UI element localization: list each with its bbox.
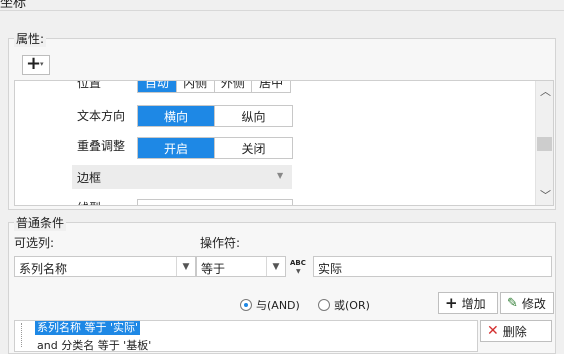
plus-icon: + bbox=[445, 294, 458, 312]
radio-or-indicator bbox=[318, 299, 330, 311]
position-auto[interactable]: 自动 bbox=[138, 81, 177, 92]
condition-item[interactable]: and 分类名 等于 '基板' bbox=[37, 337, 151, 353]
add-condition-label: 增加 bbox=[461, 296, 486, 311]
border-label: 边框 bbox=[77, 171, 102, 185]
chevron-down-icon: ▼ bbox=[266, 257, 285, 276]
abc-type-icon[interactable]: ABC ▼ bbox=[288, 256, 310, 276]
overlap-on[interactable]: 开启 bbox=[138, 138, 215, 158]
optional-column-label: 可选列: bbox=[14, 236, 55, 250]
add-property-button[interactable]: + ▾ bbox=[22, 53, 50, 75]
tree-guide bbox=[21, 323, 23, 347]
chevron-down-icon: ▾ bbox=[40, 60, 44, 68]
overlap-segmented: 开启 关闭 bbox=[137, 137, 293, 159]
position-segmented: 自动 内侧 外侧 居中 bbox=[137, 81, 291, 93]
condition-item[interactable]: 系列名称 等于 '实际' bbox=[35, 321, 141, 335]
expand-arrow-icon: ▼ bbox=[277, 171, 284, 180]
column-select[interactable]: 系列名称 ▼ bbox=[14, 256, 196, 277]
text-direction-horizontal[interactable]: 横向 bbox=[138, 106, 215, 126]
position-label: 位置 bbox=[77, 80, 102, 90]
radio-and-label: 与(AND) bbox=[256, 299, 300, 312]
overlap-label: 重叠调整 bbox=[77, 139, 126, 153]
column-select-value: 系列名称 bbox=[19, 262, 68, 276]
radio-or-label: 或(OR) bbox=[334, 299, 370, 312]
delete-condition-button[interactable]: ✕ 删除 bbox=[480, 320, 552, 342]
text-direction-segmented: 横向 纵向 bbox=[137, 105, 293, 127]
scroll-thumb[interactable] bbox=[537, 137, 552, 151]
properties-title: 属性: bbox=[14, 30, 47, 47]
position-center[interactable]: 居中 bbox=[252, 81, 290, 92]
close-icon: ✕ bbox=[487, 323, 499, 339]
border-row[interactable]: 边框 ▼ bbox=[72, 165, 292, 189]
modify-condition-label: 修改 bbox=[521, 296, 546, 311]
scroll-down-icon[interactable]: ﹀ bbox=[540, 187, 551, 203]
text-direction-label: 文本方向 bbox=[77, 109, 126, 123]
value-input[interactable]: 实际 bbox=[313, 256, 552, 277]
properties-panel: 位置 自动 内侧 外侧 居中 文本方向 横向 纵向 重叠调整 开启 关闭 边框 … bbox=[14, 80, 554, 206]
value-input-text: 实际 bbox=[318, 262, 343, 276]
condition-title: 普通条件 bbox=[14, 214, 67, 231]
text-direction-vertical[interactable]: 纵向 bbox=[215, 106, 292, 126]
scroll-up-icon[interactable]: ︿ bbox=[540, 83, 551, 99]
radio-and[interactable]: 与(AND) bbox=[240, 297, 300, 313]
line-type-label: 线型 bbox=[77, 199, 101, 205]
abc-text: ABC bbox=[290, 259, 306, 267]
plus-icon: + bbox=[26, 53, 42, 74]
overlap-off[interactable]: 关闭 bbox=[215, 138, 292, 158]
modify-condition-button[interactable]: ✎ 修改 bbox=[500, 292, 554, 314]
condition-list[interactable]: 系列名称 等于 '实际' and 分类名 等于 '基板' bbox=[14, 320, 478, 352]
vertical-scrollbar[interactable]: ︿ ﹀ bbox=[535, 81, 553, 205]
operator-select[interactable]: 等于 ▼ bbox=[196, 256, 286, 277]
position-inner[interactable]: 内侧 bbox=[177, 81, 215, 92]
add-condition-button[interactable]: + 增加 bbox=[438, 292, 498, 314]
line-type-field[interactable] bbox=[137, 199, 293, 205]
radio-or[interactable]: 或(OR) bbox=[318, 297, 370, 313]
chevron-down-icon: ▼ bbox=[296, 268, 301, 275]
radio-and-indicator bbox=[240, 299, 252, 311]
delete-condition-label: 删除 bbox=[502, 324, 527, 339]
operator-label: 操作符: bbox=[200, 236, 241, 250]
chevron-down-icon: ▼ bbox=[176, 257, 195, 276]
title-divider bbox=[0, 10, 564, 11]
position-outer[interactable]: 外侧 bbox=[215, 81, 253, 92]
operator-select-value: 等于 bbox=[201, 262, 226, 276]
modify-icon: ✎ bbox=[507, 295, 518, 311]
